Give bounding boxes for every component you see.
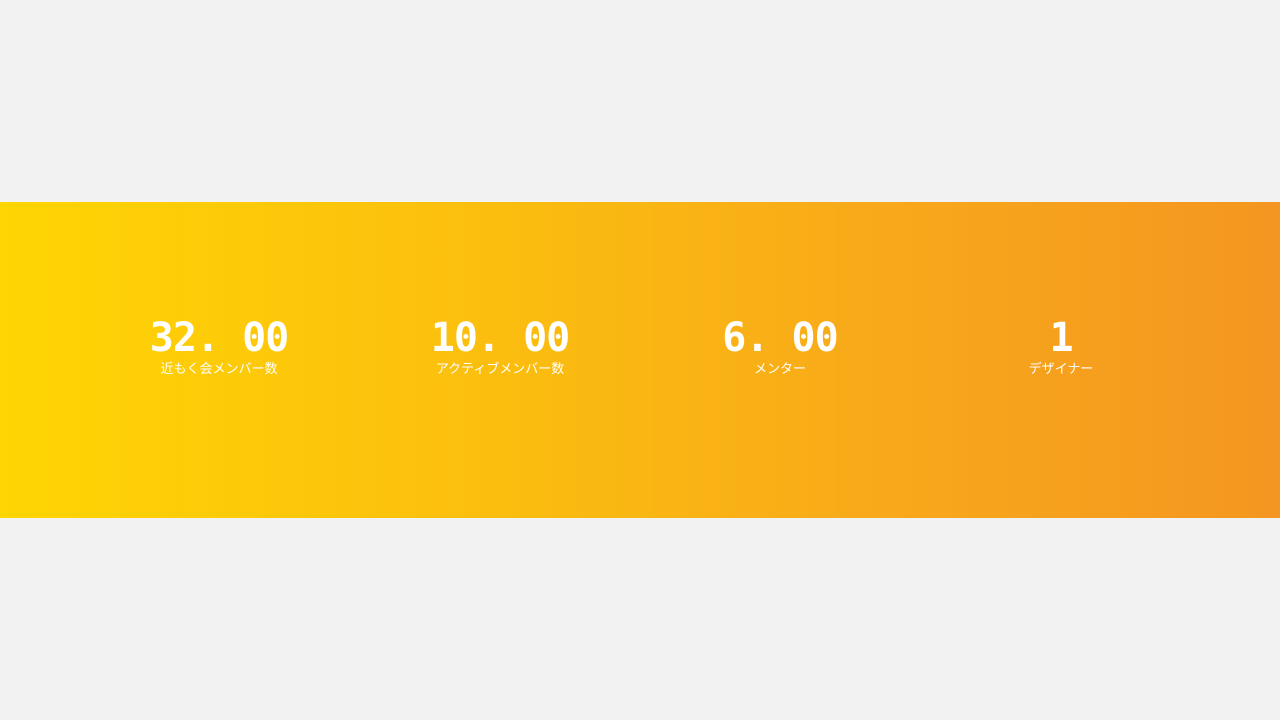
stats-band: 32. 00 近もく会メンバー数 10. 00 アクティブメンバー数 6. 00… — [0, 202, 1280, 518]
stat-members: 32. 00 近もく会メンバー数 — [99, 315, 339, 379]
page: 32. 00 近もく会メンバー数 10. 00 アクティブメンバー数 6. 00… — [0, 0, 1280, 720]
stat-designers: 1 デザイナー — [941, 315, 1181, 379]
stat-value: 32. 00 — [149, 315, 290, 361]
stat-active-members: 10. 00 アクティブメンバー数 — [380, 315, 620, 379]
stat-value: 10. 00 — [430, 315, 571, 361]
stat-mentors: 6. 00 メンター — [660, 315, 900, 379]
stat-value: 6. 00 — [722, 315, 838, 361]
stat-label: アクティブメンバー数 — [435, 362, 565, 377]
stat-value: 1 — [1049, 315, 1073, 361]
stat-label: デザイナー — [1028, 362, 1094, 377]
stat-label: メンター — [753, 362, 806, 377]
stat-label: 近もく会メンバー数 — [160, 362, 278, 377]
